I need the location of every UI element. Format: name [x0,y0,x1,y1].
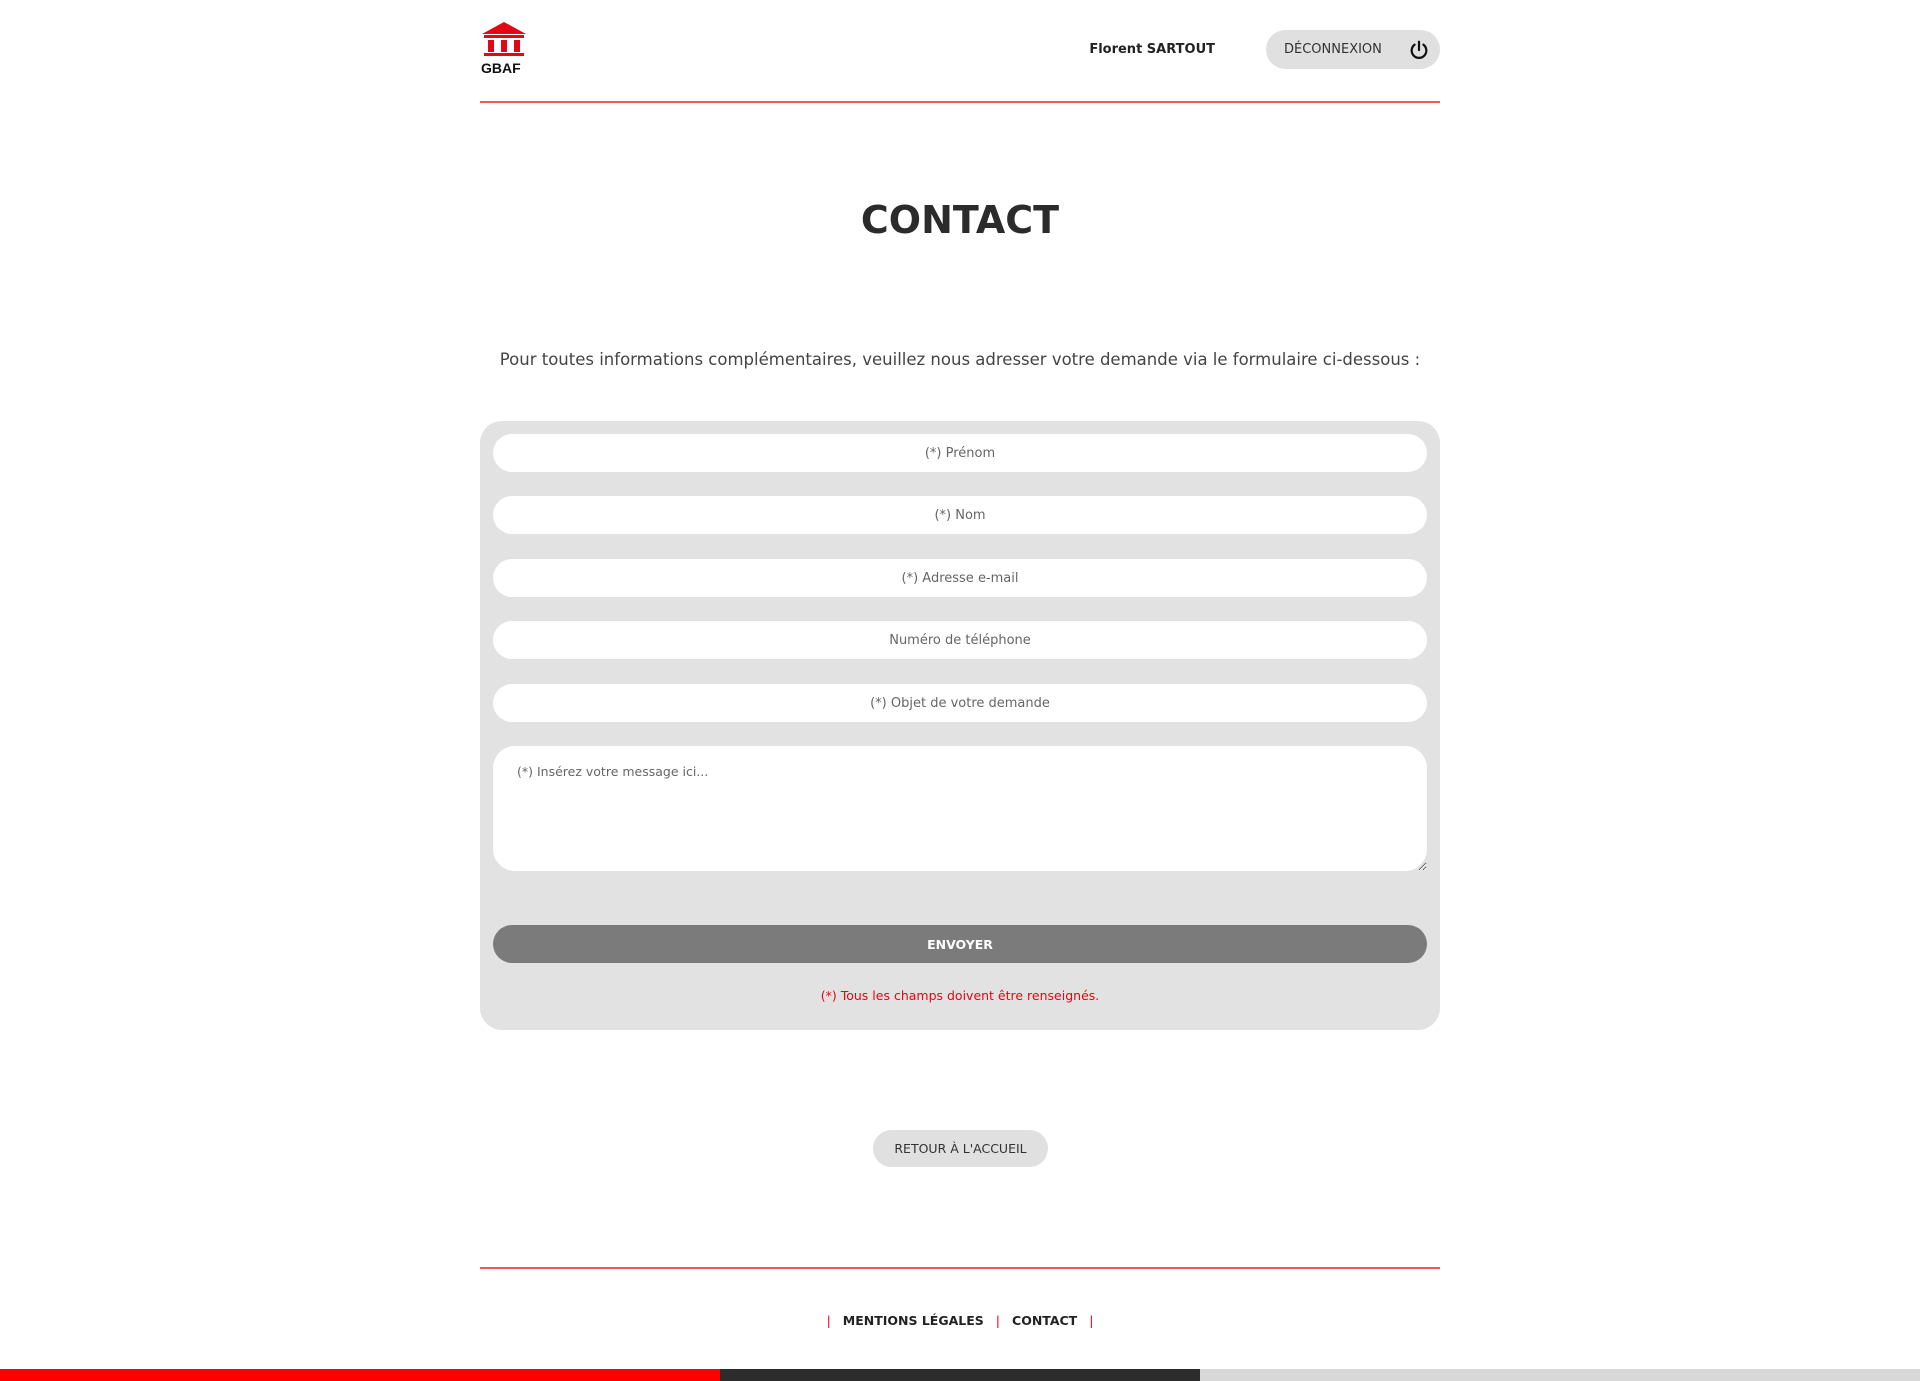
bottom-color-bar [0,1369,1920,1381]
last-name-input[interactable] [493,496,1427,534]
bottom-bar-red [0,1369,720,1381]
email-input[interactable] [493,559,1427,597]
footer-separator: | [826,1313,831,1328]
footer-separator: | [1089,1313,1094,1328]
back-home-button[interactable]: RETOUR À L'ACCUEIL [873,1130,1048,1167]
required-fields-note: (*) Tous les champs doivent être renseig… [820,988,1100,1003]
intro-text: Pour toutes informations complémentaires… [499,350,1421,369]
contact-form: ENVOYER (*) Tous les champs doivent être… [480,421,1440,1030]
contact-link[interactable]: CONTACT [1012,1313,1077,1328]
logo-text: GBAF [481,60,521,76]
logout-label: DÉCONNEXION [1284,42,1382,57]
phone-input[interactable] [493,621,1427,659]
footer-separator: | [995,1313,1001,1328]
footer-divider [480,1267,1440,1269]
power-icon [1410,40,1428,59]
user-name: Florent SARTOUT [1089,42,1215,57]
header: GBAF Florent SARTOUT DÉCONNEXION [480,0,1440,103]
subject-input[interactable] [493,684,1427,722]
footer-links: | MENTIONS LÉGALES | CONTACT | [0,1313,1920,1328]
bottom-bar-grey [1200,1369,1920,1381]
send-button[interactable]: ENVOYER [493,925,1427,963]
bottom-bar-dark [720,1369,1200,1381]
bank-building-icon [482,22,526,56]
message-textarea[interactable] [493,746,1427,871]
legal-notice-link[interactable]: MENTIONS LÉGALES [843,1313,984,1328]
first-name-input[interactable] [493,434,1427,472]
page: GBAF Florent SARTOUT DÉCONNEXION CONTACT… [0,0,1920,1381]
gbaf-logo[interactable]: GBAF [480,20,528,78]
logout-button[interactable]: DÉCONNEXION [1266,30,1440,69]
page-title: CONTACT [860,198,1060,242]
